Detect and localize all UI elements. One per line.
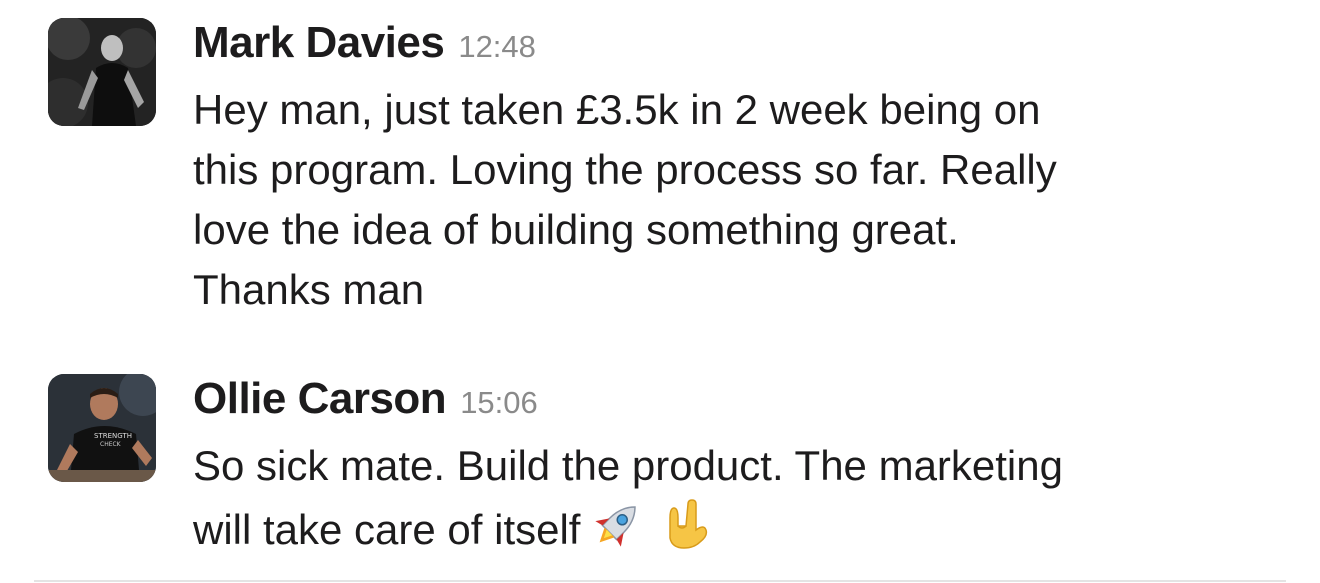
avatar-mark-davies[interactable]: [48, 18, 156, 126]
message-text: Hey man, just taken £3.5k in 2 week bein…: [193, 80, 1233, 320]
message-timestamp[interactable]: 15:06: [460, 385, 538, 421]
rocket-emoji-icon: [590, 496, 646, 552]
message-content: Mark Davies 12:48 Hey man, just taken £3…: [193, 18, 1288, 320]
message-ollie-carson: STRENGTH CHECK Ollie Carson 15:06 So sic…: [48, 374, 1288, 560]
message-line: Hey man, just taken £3.5k in 2 week bein…: [193, 86, 1041, 133]
avatar-photo-icon: STRENGTH CHECK: [48, 374, 156, 482]
message-content: Ollie Carson 15:06 So sick mate. Build t…: [193, 374, 1288, 560]
message-line-with-emoji: will take care of itself: [193, 496, 1233, 560]
message-line: this program. Loving the process so far.…: [193, 146, 1057, 193]
message-text: So sick mate. Build the product. The mar…: [193, 436, 1233, 560]
svg-text:STRENGTH: STRENGTH: [94, 432, 132, 440]
message-header: Mark Davies 12:48: [193, 18, 1288, 80]
author-name[interactable]: Mark Davies: [193, 18, 445, 68]
message-timestamp[interactable]: 12:48: [458, 29, 536, 65]
rock-on-hand-emoji-icon: [656, 496, 712, 552]
divider: [34, 580, 1286, 582]
message-line: Thanks man: [193, 266, 425, 313]
avatar-ollie-carson[interactable]: STRENGTH CHECK: [48, 374, 156, 482]
svg-text:CHECK: CHECK: [100, 441, 122, 448]
author-name[interactable]: Ollie Carson: [193, 374, 447, 424]
message-line: will take care of itself: [193, 506, 581, 553]
message-line: love the idea of building something grea…: [193, 206, 959, 253]
avatar-photo-icon: [48, 18, 156, 126]
message-line: So sick mate. Build the product. The mar…: [193, 442, 1063, 489]
message-mark-davies: Mark Davies 12:48 Hey man, just taken £3…: [48, 18, 1288, 320]
message-header: Ollie Carson 15:06: [193, 374, 1288, 436]
